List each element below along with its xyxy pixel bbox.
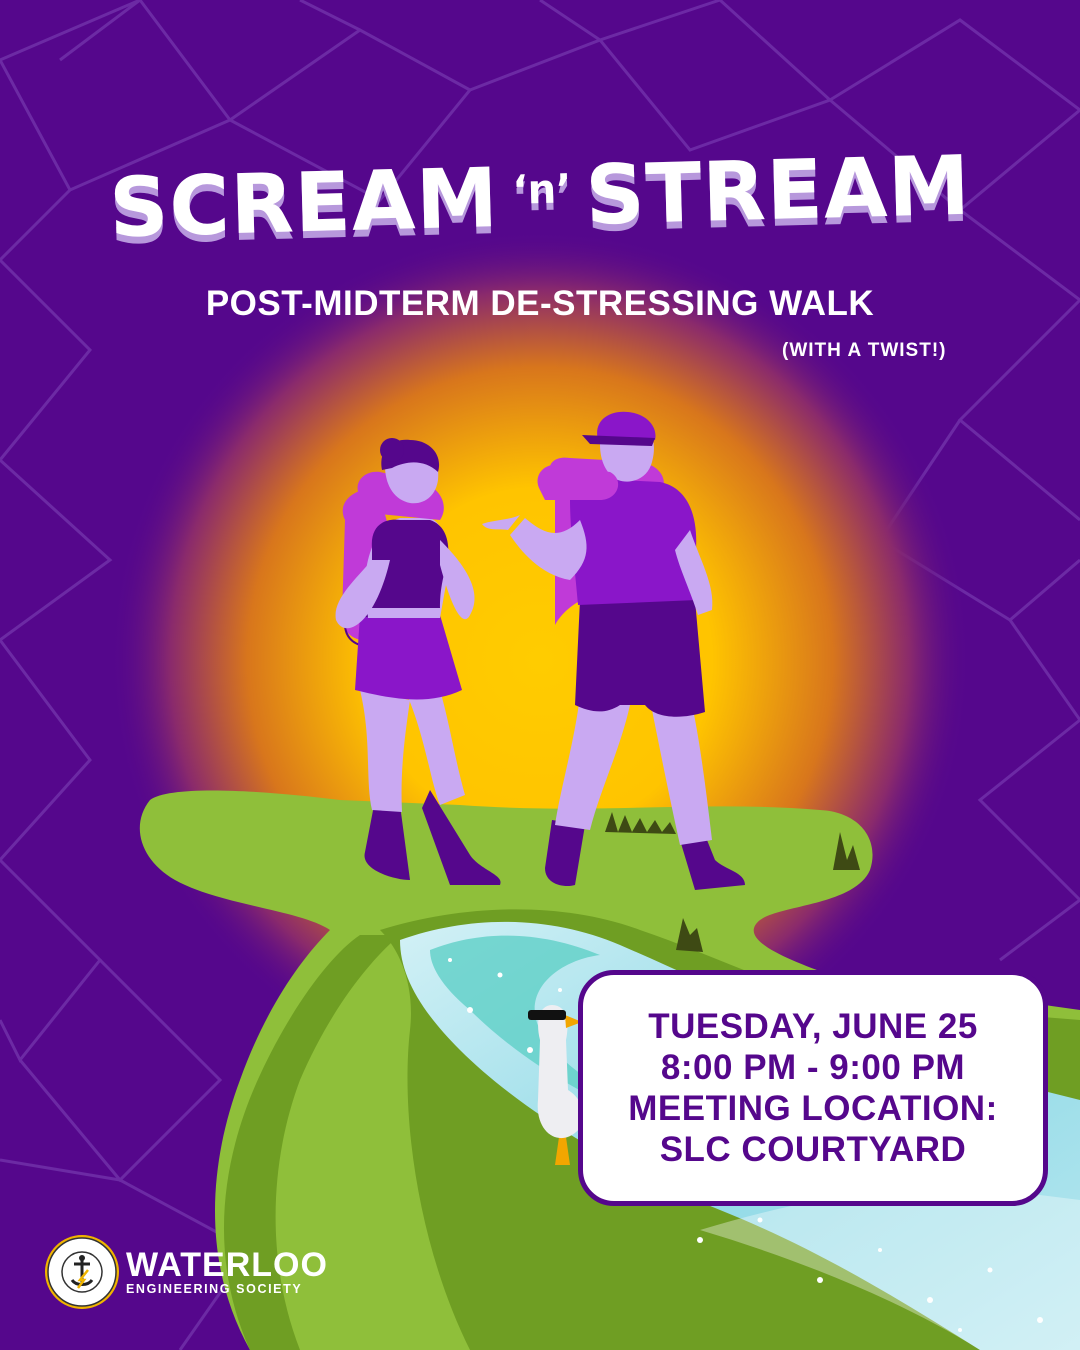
- title-left: SCREAM: [108, 151, 500, 257]
- engineering-seal-icon: [45, 1235, 119, 1309]
- event-date: TUESDAY, JUNE 25: [648, 1007, 978, 1046]
- title-right: STREAM: [584, 138, 972, 244]
- event-subtitle: POST-MIDTERM DE-STRESSING WALK: [205, 284, 875, 323]
- event-note: (WITH A TWIST!): [782, 340, 947, 361]
- event-location-label: MEETING LOCATION:: [628, 1089, 998, 1128]
- event-location: SLC COURTYARD: [659, 1130, 967, 1169]
- organizer-logo: WATERLOO ENGINEERING SOCIETY: [44, 1234, 328, 1310]
- event-details-box: TUESDAY, JUNE 25 8:00 PM - 9:00 PM MEETI…: [578, 970, 1048, 1206]
- event-poster: SCREAM ‘n’ STREAM POST-MIDTERM DE-STRESSIN…: [0, 0, 1080, 1350]
- event-time: 8:00 PM - 9:00 PM: [660, 1048, 966, 1087]
- organizer-name: WATERLOO: [126, 1246, 328, 1284]
- title-mid: ‘n’: [511, 166, 572, 214]
- organizer-subname: ENGINEERING SOCIETY: [126, 1282, 303, 1296]
